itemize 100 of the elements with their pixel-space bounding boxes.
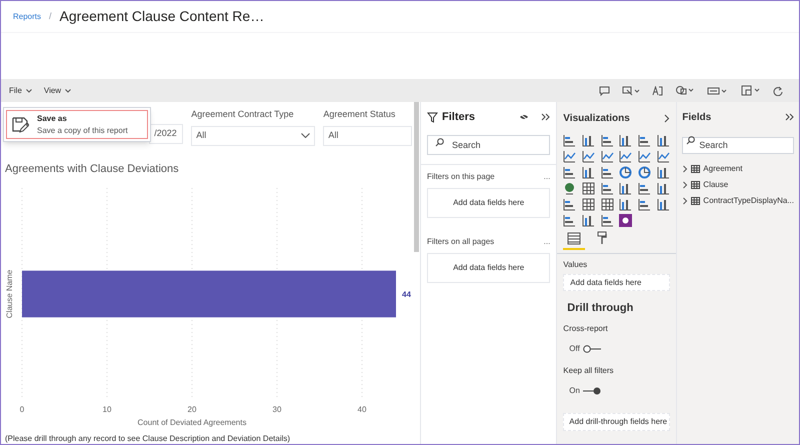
dropdown[interactable]: All <box>191 126 316 146</box>
toggle-switch[interactable] <box>582 386 601 394</box>
axis-title: Count of Deviated Agreements <box>138 418 246 426</box>
search-icon <box>686 136 696 145</box>
section-title: Filters on all pages <box>427 236 494 248</box>
bar-chart-icon[interactable] <box>563 134 576 147</box>
filter-icon <box>427 112 438 122</box>
breadcrumb-link[interactable]: Reports <box>13 10 42 22</box>
toggle-label: Keep all filters <box>563 364 615 376</box>
dropdown[interactable]: All <box>323 126 412 146</box>
axis-tick-label: 0 <box>20 404 24 414</box>
bar-chart-icon[interactable] <box>638 182 651 195</box>
breadcrumb-separator: / <box>49 10 52 23</box>
toggle-label: Cross-report <box>563 322 609 334</box>
more-options-button[interactable]: ... <box>544 236 550 248</box>
line-chart-icon[interactable] <box>582 150 595 163</box>
axis-tick-label: 40 <box>358 404 366 414</box>
refresh-icon[interactable] <box>773 86 783 96</box>
column-chart-icon[interactable] <box>656 166 670 179</box>
text-box-icon[interactable] <box>652 86 663 96</box>
column-chart-icon[interactable] <box>656 134 670 147</box>
shapes-icon[interactable] <box>675 85 695 96</box>
field-table-item[interactable]: Agreement <box>682 162 794 175</box>
save-as-menu-item[interactable]: Save as Save a copy of this report <box>6 110 148 139</box>
drop-zone[interactable]: Add data fields here <box>563 274 670 291</box>
bar-chart-icon[interactable] <box>563 166 576 179</box>
collapse-icon[interactable] <box>541 113 550 121</box>
save-icon <box>11 116 29 134</box>
custom-visual-icon[interactable] <box>619 214 632 227</box>
drop-zone[interactable]: Add data fields here <box>427 253 550 283</box>
axis-tick-label: 10 <box>102 404 112 414</box>
page-icon[interactable] <box>741 85 761 96</box>
more-options-button[interactable]: ... <box>544 171 550 183</box>
menu-item-title: Save as <box>37 112 68 124</box>
paint-roller-icon <box>597 231 608 245</box>
toggle-state: On <box>569 384 580 396</box>
chevron-down-icon <box>65 88 72 92</box>
eye-icon[interactable] <box>519 113 530 121</box>
bar-chart-icon[interactable] <box>638 134 651 147</box>
drop-zone[interactable]: Add data fields here <box>427 188 550 218</box>
line-chart-icon[interactable] <box>563 150 576 163</box>
menu-button[interactable]: View <box>44 84 72 96</box>
search-field[interactable]: Search <box>682 136 794 154</box>
toggle-state: Off <box>569 342 580 354</box>
toggle-switch[interactable] <box>582 344 601 352</box>
axis-tick-label: 30 <box>272 404 282 414</box>
chevron-right-icon[interactable] <box>682 180 688 188</box>
line-chart-icon[interactable] <box>656 150 670 163</box>
pane-title: Filters <box>442 110 476 125</box>
bar-chart-icon[interactable] <box>600 182 614 195</box>
slicer-label: Agreement Status <box>323 108 396 121</box>
bar-chart-icon[interactable] <box>600 166 614 179</box>
footnote-text: (Please drill through any record to see Clause Description and Deviation Details) <box>5 433 292 444</box>
bar-chart-icon[interactable] <box>563 214 576 227</box>
column-chart-icon[interactable] <box>582 166 595 179</box>
fields-list-icon <box>567 232 582 244</box>
line-chart-icon[interactable] <box>600 150 614 163</box>
pie-chart-icon[interactable] <box>638 166 651 179</box>
field-table-item[interactable]: ContractTypeDisplayNa... <box>682 194 794 207</box>
chevron-right-icon[interactable] <box>682 196 688 204</box>
column-chart-icon[interactable] <box>582 214 595 227</box>
column-chart-icon[interactable] <box>582 134 595 147</box>
chevron-right-icon[interactable] <box>682 164 688 172</box>
table-icon <box>691 196 700 204</box>
column-chart-icon[interactable] <box>619 182 632 195</box>
column-chart-icon[interactable] <box>619 134 632 147</box>
line-chart-icon[interactable] <box>619 150 632 163</box>
search-field[interactable]: Search <box>427 135 550 155</box>
chart-title: Agreements with Clause Deviations <box>5 162 180 177</box>
section-title: Drill through <box>567 301 634 316</box>
table-icon <box>691 180 700 188</box>
menu-item-description: Save a copy of this report <box>37 124 128 136</box>
section-title: Filters on this page <box>427 171 495 183</box>
column-chart-icon[interactable] <box>619 198 632 211</box>
axis-tick-label: 20 <box>188 404 196 414</box>
table-icon[interactable] <box>600 198 614 211</box>
caret-icon <box>301 133 310 138</box>
column-chart-icon[interactable] <box>656 198 670 211</box>
field-well-label: Values <box>563 259 588 271</box>
field-table-item[interactable]: Clause <box>682 178 794 191</box>
drop-zone[interactable]: Add drill-through fields here <box>563 412 670 430</box>
scrollbar[interactable] <box>414 102 419 252</box>
line-chart-icon[interactable] <box>638 150 651 163</box>
visual-interactions-icon[interactable] <box>622 86 640 96</box>
slicer-label: Agreement Contract Type <box>191 108 295 121</box>
bar-chart-icon[interactable] <box>638 198 651 211</box>
collapse-icon[interactable] <box>785 113 794 121</box>
chevron-down-icon <box>26 88 32 92</box>
chevron-right-icon[interactable] <box>664 114 670 122</box>
column-chart-icon[interactable] <box>656 182 670 195</box>
data-label: 44 <box>402 290 411 298</box>
pie-chart-icon[interactable] <box>619 166 632 179</box>
button-insert-icon[interactable] <box>707 86 729 96</box>
bar-chart-icon[interactable] <box>563 198 576 211</box>
table-icon[interactable] <box>582 182 595 195</box>
bar-chart-icon[interactable] <box>600 214 614 227</box>
comment-icon[interactable] <box>599 86 610 96</box>
bar-chart-icon[interactable] <box>600 134 614 147</box>
table-icon[interactable] <box>582 198 595 211</box>
menu-button[interactable]: File <box>9 84 32 96</box>
